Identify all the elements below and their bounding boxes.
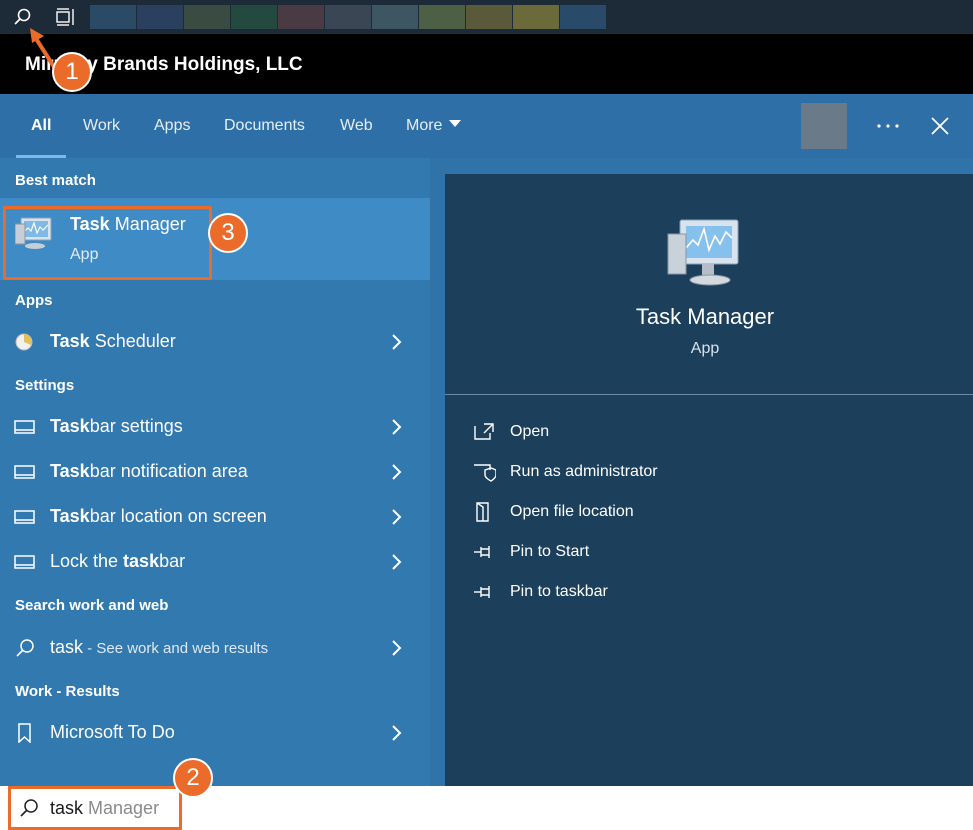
taskbar-app-thumbnail[interactable] bbox=[325, 5, 371, 29]
apps-heading: Apps bbox=[15, 292, 53, 309]
search-icon bbox=[16, 639, 34, 657]
taskbar-app-thumbnail[interactable] bbox=[513, 5, 559, 29]
results-list: Best match Task Manager App Apps Task Sc… bbox=[0, 158, 430, 786]
task-view-icon bbox=[56, 8, 74, 26]
chevron-right-icon[interactable] bbox=[389, 639, 403, 657]
taskbar-app-thumbnail[interactable] bbox=[137, 5, 183, 29]
chevron-right-icon[interactable] bbox=[389, 724, 403, 742]
avatar[interactable] bbox=[801, 103, 847, 149]
tab-all[interactable]: All bbox=[15, 94, 68, 158]
taskbar-icon bbox=[14, 510, 35, 524]
chevron-right-icon[interactable] bbox=[389, 508, 403, 526]
list-item-label: Microsoft To Do bbox=[50, 722, 175, 742]
close-icon[interactable] bbox=[925, 110, 955, 142]
preview-title: Task Manager bbox=[635, 304, 775, 329]
work-results-heading: Work - Results bbox=[15, 683, 120, 700]
list-item-label: Taskbar notification area bbox=[50, 461, 248, 481]
taskbar-icon bbox=[14, 555, 35, 569]
step-badge-1: 1 bbox=[52, 52, 92, 92]
shield-icon bbox=[474, 464, 496, 482]
list-item-label: Task Scheduler bbox=[50, 331, 176, 351]
list-item-taskbar-location[interactable]: Taskbar location on screen bbox=[0, 494, 430, 539]
chevron-down-icon bbox=[449, 120, 462, 127]
search-icon bbox=[20, 799, 38, 817]
tab-apps[interactable]: Apps bbox=[154, 94, 190, 158]
search-input[interactable]: task Manager bbox=[50, 798, 159, 819]
tab-more[interactable]: More bbox=[406, 94, 462, 158]
taskbar-icon bbox=[14, 465, 35, 479]
tab-documents[interactable]: Documents bbox=[224, 94, 305, 158]
step-badge-2: 2 bbox=[173, 758, 213, 798]
pin-icon bbox=[474, 586, 490, 598]
list-item-lock-taskbar[interactable]: Lock the taskbar bbox=[0, 539, 430, 584]
taskbar-app-thumbnail[interactable] bbox=[560, 5, 606, 29]
step-badge-3: 3 bbox=[208, 213, 248, 253]
list-item-task-scheduler[interactable]: Task Scheduler bbox=[0, 319, 430, 364]
search-icon bbox=[14, 8, 31, 25]
taskbar-app-thumbnail[interactable] bbox=[184, 5, 230, 29]
chevron-right-icon[interactable] bbox=[389, 463, 403, 481]
open-icon bbox=[474, 423, 494, 440]
list-item-label: Taskbar location on screen bbox=[50, 506, 267, 526]
action-label: Pin to taskbar bbox=[510, 583, 608, 600]
bookmark-icon bbox=[18, 723, 31, 743]
taskbar-app-thumbnail[interactable] bbox=[90, 5, 136, 29]
preview-subtitle: App bbox=[690, 340, 720, 357]
divider bbox=[445, 394, 973, 395]
search-web-heading: Search work and web bbox=[15, 597, 169, 614]
list-item-web-search[interactable]: task - See work and web results bbox=[0, 625, 430, 670]
task-manager-icon bbox=[667, 219, 739, 286]
settings-heading: Settings bbox=[15, 377, 75, 394]
folder-icon bbox=[476, 502, 489, 522]
chevron-right-icon[interactable] bbox=[389, 418, 403, 436]
action-label: Open bbox=[510, 423, 550, 440]
taskbar-app-thumbnail[interactable] bbox=[419, 5, 465, 29]
org-header: Mirrorry Brands Holdings, LLC bbox=[0, 34, 973, 94]
action-label: Run as administrator bbox=[510, 463, 658, 480]
preview-pane: Task Manager App Open Run as administrat… bbox=[445, 174, 973, 786]
list-item-label: Lock the taskbar bbox=[50, 551, 186, 571]
action-label: Open file location bbox=[510, 503, 634, 520]
search-scope-tabs: All Work Apps Documents Web More bbox=[0, 94, 973, 158]
best-match-heading: Best match bbox=[15, 172, 96, 189]
tab-work[interactable]: Work bbox=[83, 94, 120, 158]
tab-web[interactable]: Web bbox=[340, 94, 373, 158]
taskbar-icon bbox=[14, 420, 35, 434]
taskbar-app-thumbnail[interactable] bbox=[466, 5, 512, 29]
pin-icon bbox=[474, 546, 490, 558]
taskbar-app-thumbnail[interactable] bbox=[278, 5, 324, 29]
action-label: Pin to Start bbox=[510, 543, 590, 560]
more-options-icon[interactable] bbox=[874, 110, 902, 142]
taskbar-app-thumbnail[interactable] bbox=[372, 5, 418, 29]
taskbar-app-thumbnail[interactable] bbox=[231, 5, 277, 29]
highlight-outline bbox=[3, 206, 212, 280]
clock-icon bbox=[15, 333, 33, 351]
taskbar bbox=[0, 0, 973, 34]
search-bar[interactable]: task Manager bbox=[0, 786, 973, 830]
list-item-label: task - See work and web results bbox=[50, 637, 269, 657]
chevron-right-icon[interactable] bbox=[389, 553, 403, 571]
list-item-taskbar-settings[interactable]: Taskbar settings bbox=[0, 404, 430, 449]
chevron-right-icon[interactable] bbox=[389, 333, 403, 351]
list-item-microsoft-to-do[interactable]: Microsoft To Do bbox=[0, 710, 430, 755]
list-item-label: Taskbar settings bbox=[50, 416, 183, 436]
tab-more-label: More bbox=[406, 117, 443, 134]
list-item-taskbar-notification-area[interactable]: Taskbar notification area bbox=[0, 449, 430, 494]
